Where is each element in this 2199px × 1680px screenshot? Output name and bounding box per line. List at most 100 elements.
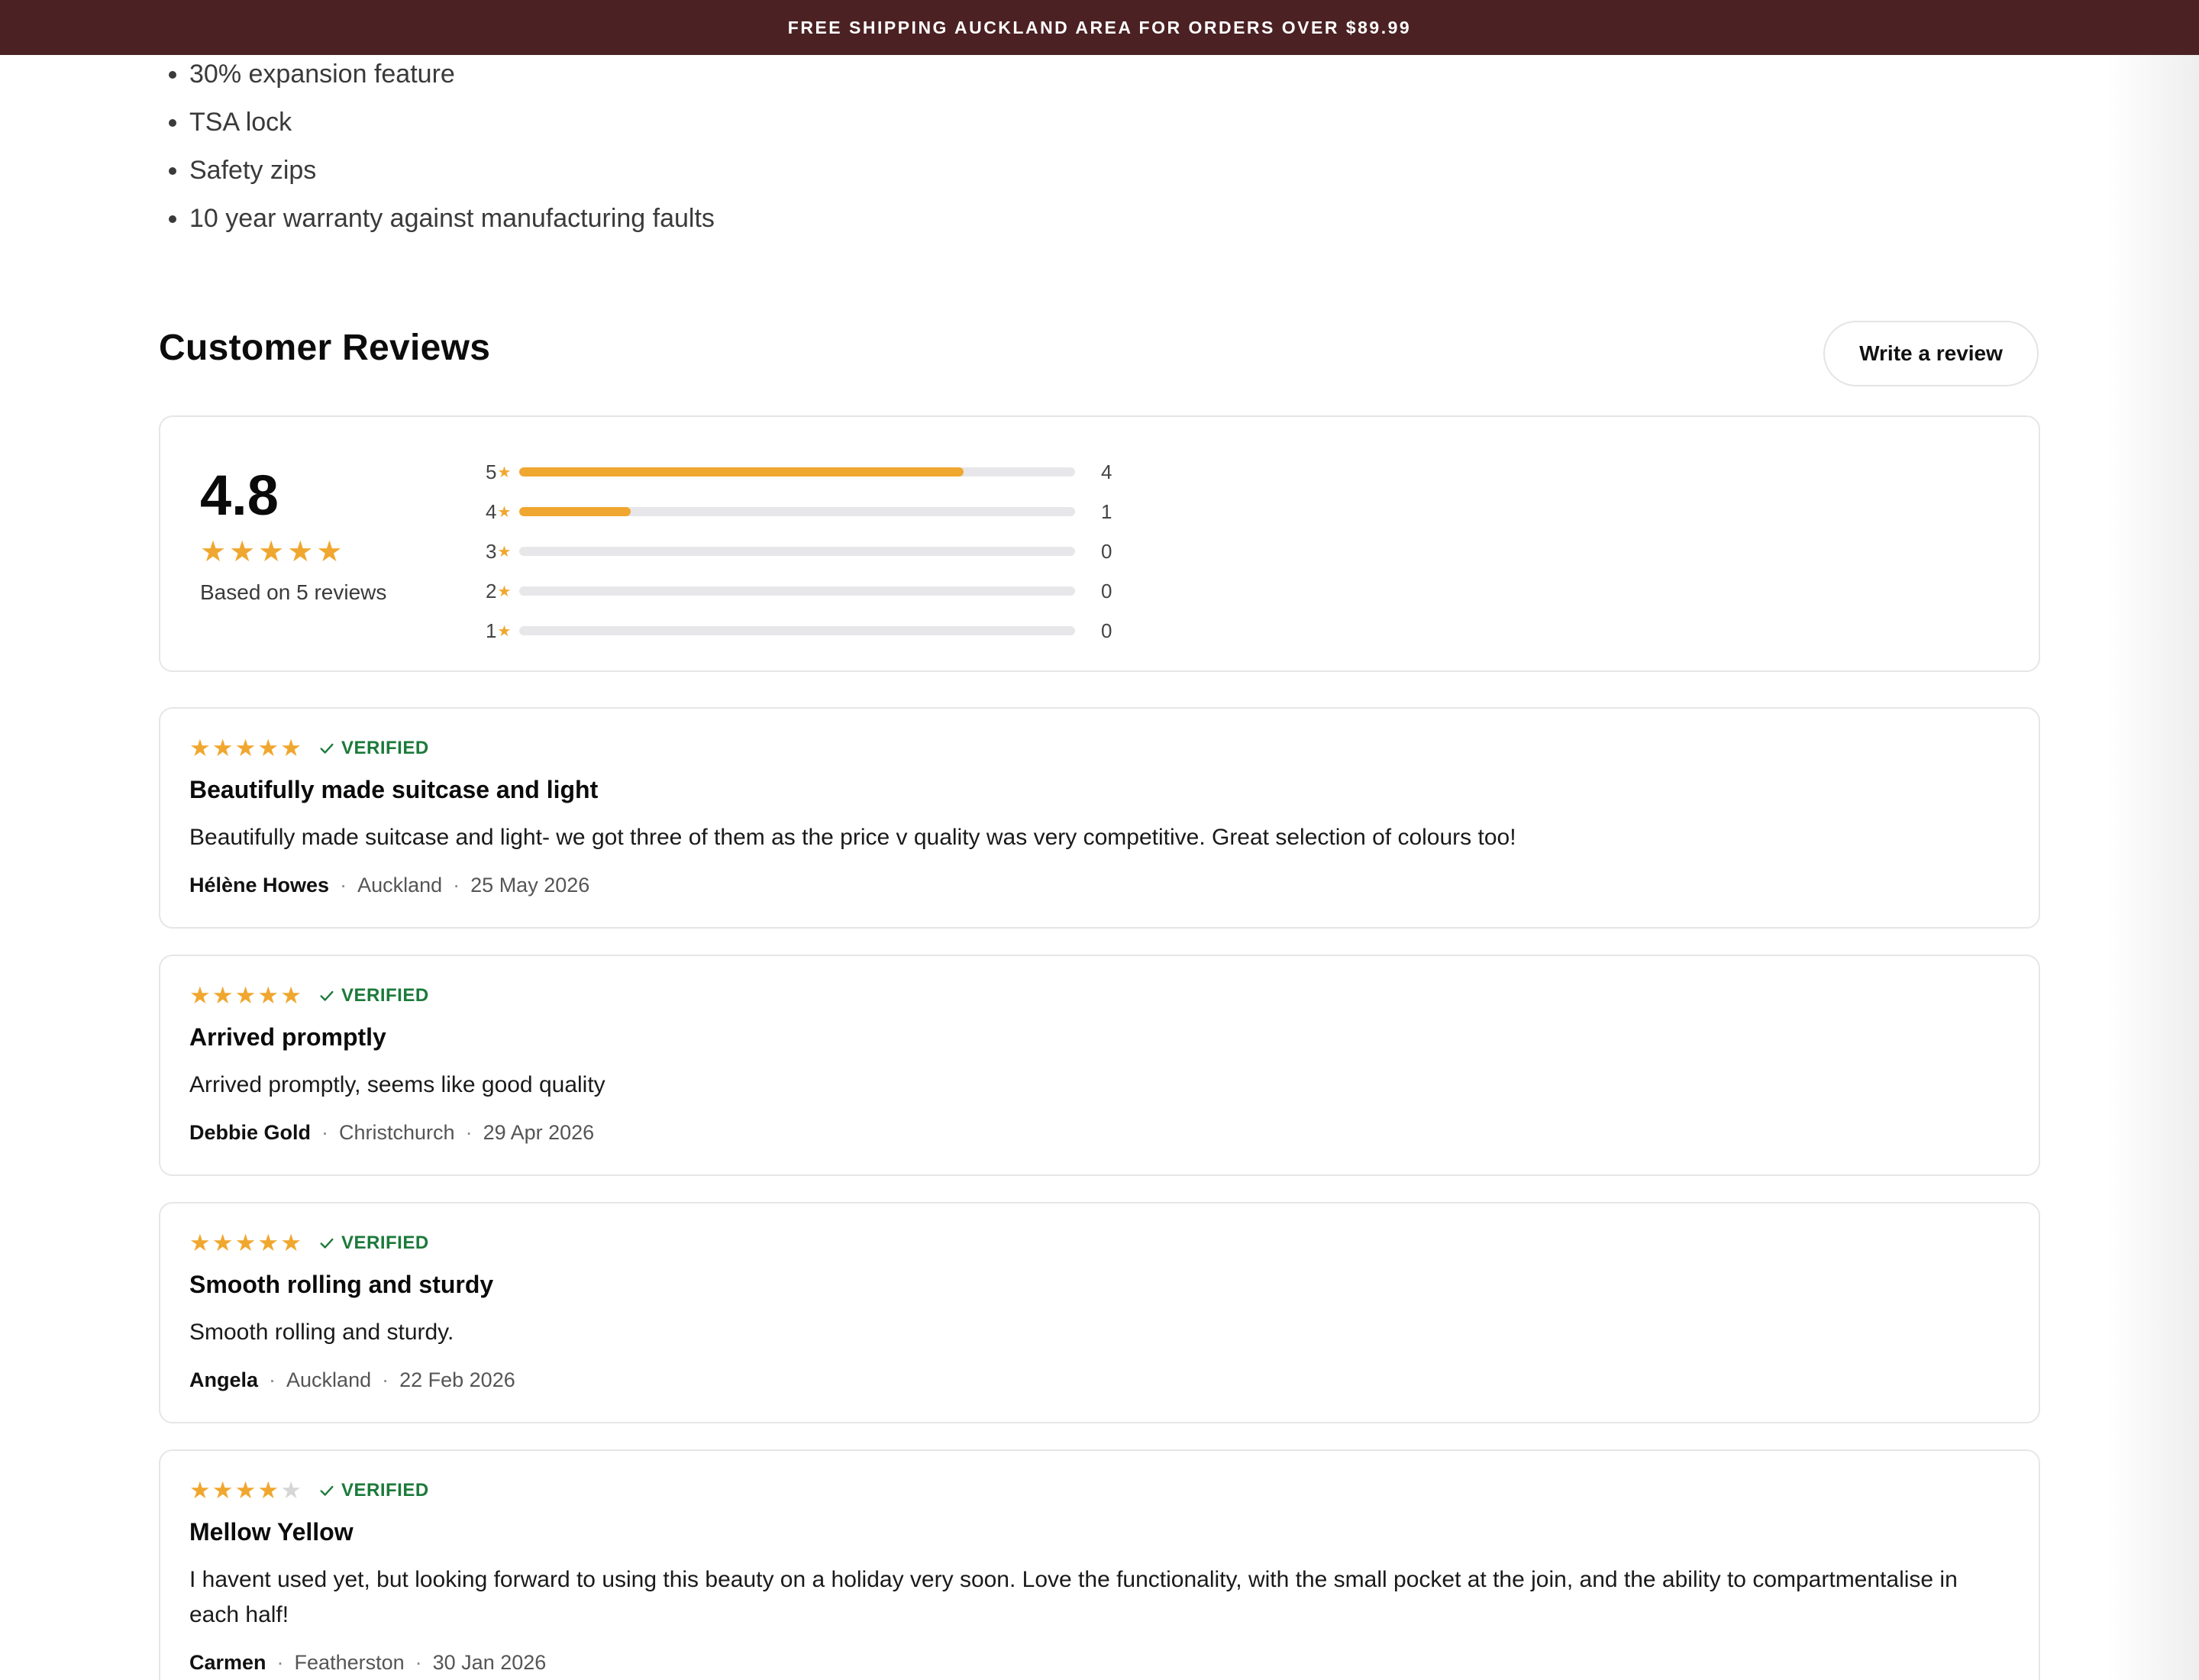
star-icon: ★ [280,1477,302,1504]
review-title: Beautifully made suitcase and light [189,776,599,803]
rating-level: 1 [486,619,497,642]
distribution-bar [519,467,1075,477]
star-icon: ★ [234,1229,257,1256]
rating-level: 5 [486,460,497,483]
star-icon: ★ [212,1477,234,1504]
distribution-bar-fill [519,467,964,477]
review-body: I havent used yet, but looking forward t… [189,1567,1958,1627]
review-date: 29 Apr 2026 [483,1121,595,1144]
write-review-button[interactable]: Write a review [1823,321,2039,386]
rating-summary-card: 4.8 ★ ★ ★ ★ ★ Based on 5 reviews 5 ★ 4 4 ★… [159,415,2040,672]
star-icon: ★ [497,622,512,640]
review-count-text: Based on 5 reviews [200,580,387,604]
separator-dot: · [382,1368,389,1391]
feature-item: 30% expansion feature [189,50,715,99]
star-icon: ★ [497,583,512,600]
star-icon: ★ [497,503,512,521]
review-author: Angela [189,1368,259,1391]
distribution-row[interactable]: 5 ★ 4 [486,452,1147,492]
review-author: Hélène Howes [189,874,330,897]
star-icon: ★ [316,536,343,568]
distribution-bar [519,626,1075,635]
star-icon: ★ [287,536,314,568]
review-body: Arrived promptly, seems like good qualit… [189,1072,605,1097]
rating-count: 1 [1101,499,1112,523]
average-rating: 4.8 [200,464,279,527]
star-icon: ★ [234,735,257,761]
distribution-row[interactable]: 4 ★ 1 [486,492,1147,531]
verified-badge: VERIFIED [318,985,429,1006]
feature-item: TSA lock [189,99,715,147]
review-stars: ★ ★ ★ ★ ★ [189,1478,302,1502]
review-date: 25 May 2026 [470,874,590,897]
star-icon: ★ [189,982,211,1009]
star-icon: ★ [257,982,279,1009]
star-icon: ★ [280,735,302,761]
review-stars: ★ ★ ★ ★ ★ [189,1231,302,1255]
star-icon: ★ [257,1229,279,1256]
check-icon [320,1238,334,1249]
verified-label: VERIFIED [341,1479,429,1501]
verified-badge: VERIFIED [318,1480,429,1501]
review-card: ★ ★ ★ ★ ★ VERIFIED Mellow Yellow I havent us… [159,1449,2040,1680]
rating-count: 4 [1101,460,1112,483]
review-date: 22 Feb 2026 [399,1368,515,1391]
review-body: Beautifully made suitcase and light- we … [189,825,1516,850]
review-title: Mellow Yellow [189,1518,354,1546]
separator-dot: · [465,1121,473,1144]
review-meta: Debbie Gold · Christchurch · 29 Apr 2026 [189,1121,594,1145]
star-icon: ★ [212,982,234,1009]
separator-dot: · [269,1368,276,1391]
verified-label: VERIFIED [341,737,429,758]
distribution-row[interactable]: 1 ★ 0 [486,611,1147,651]
review-card: ★ ★ ★ ★ ★ VERIFIED Beautifully made suitcase… [159,707,2040,929]
rating-count: 0 [1101,619,1112,642]
distribution-bar [519,547,1075,556]
star-icon: ★ [258,536,285,568]
separator-dot: · [321,1121,329,1144]
review-card: ★ ★ ★ ★ ★ VERIFIED Smooth rolling and sturdy… [159,1202,2040,1423]
review-meta: Angela · Auckland · 22 Feb 2026 [189,1368,515,1392]
rating-count: 0 [1101,539,1112,563]
rating-level: 4 [486,499,497,523]
star-icon: ★ [280,982,302,1009]
star-icon: ★ [212,1229,234,1256]
distribution-bar-fill [519,507,631,516]
check-icon [320,1485,334,1496]
rating-level: 3 [486,539,497,563]
review-location: Auckland [286,1368,372,1391]
verified-badge: VERIFIED [318,738,429,759]
rating-level: 2 [486,579,497,603]
distribution-bar [519,586,1075,596]
distribution-row[interactable]: 3 ★ 0 [486,531,1147,571]
distribution-bar [519,507,1075,516]
review-author: Carmen [189,1651,266,1674]
review-body: Smooth rolling and sturdy. [189,1320,454,1345]
page-edge-shadow [2107,0,2199,1680]
page: FREE SHIPPING AUCKLAND AREA FOR ORDERS O… [0,0,2199,1680]
star-icon: ★ [212,735,234,761]
rating-distribution: 5 ★ 4 4 ★ 1 3 ★ 0 2 ★ 0 1 ★ 0 [486,452,1147,651]
feature-item: 10 year warranty against manufacturing f… [189,195,715,243]
review-meta: Carmen · Featherston · 30 Jan 2026 [189,1651,546,1675]
separator-dot: · [453,874,460,897]
review-card: ★ ★ ★ ★ ★ VERIFIED Arrived promptly Arrived … [159,955,2040,1176]
star-icon: ★ [234,1477,257,1504]
verified-badge: VERIFIED [318,1233,429,1254]
review-date: 30 Jan 2026 [432,1651,547,1674]
verified-label: VERIFIED [341,1232,429,1253]
review-stars: ★ ★ ★ ★ ★ [189,984,302,1007]
star-icon: ★ [280,1229,302,1256]
star-icon: ★ [189,1229,211,1256]
announcement-bar: FREE SHIPPING AUCKLAND AREA FOR ORDERS O… [0,0,2199,55]
review-meta: Hélène Howes · Auckland · 25 May 2026 [189,874,589,897]
distribution-row[interactable]: 2 ★ 0 [486,571,1147,611]
verified-label: VERIFIED [341,984,429,1006]
average-stars: ★ ★ ★ ★ ★ [200,538,342,567]
review-location: Christchurch [339,1121,455,1144]
check-icon [320,990,334,1001]
star-icon: ★ [200,536,227,568]
star-icon: ★ [497,464,512,481]
star-icon: ★ [257,1477,279,1504]
customer-reviews-heading: Customer Reviews [159,328,491,368]
